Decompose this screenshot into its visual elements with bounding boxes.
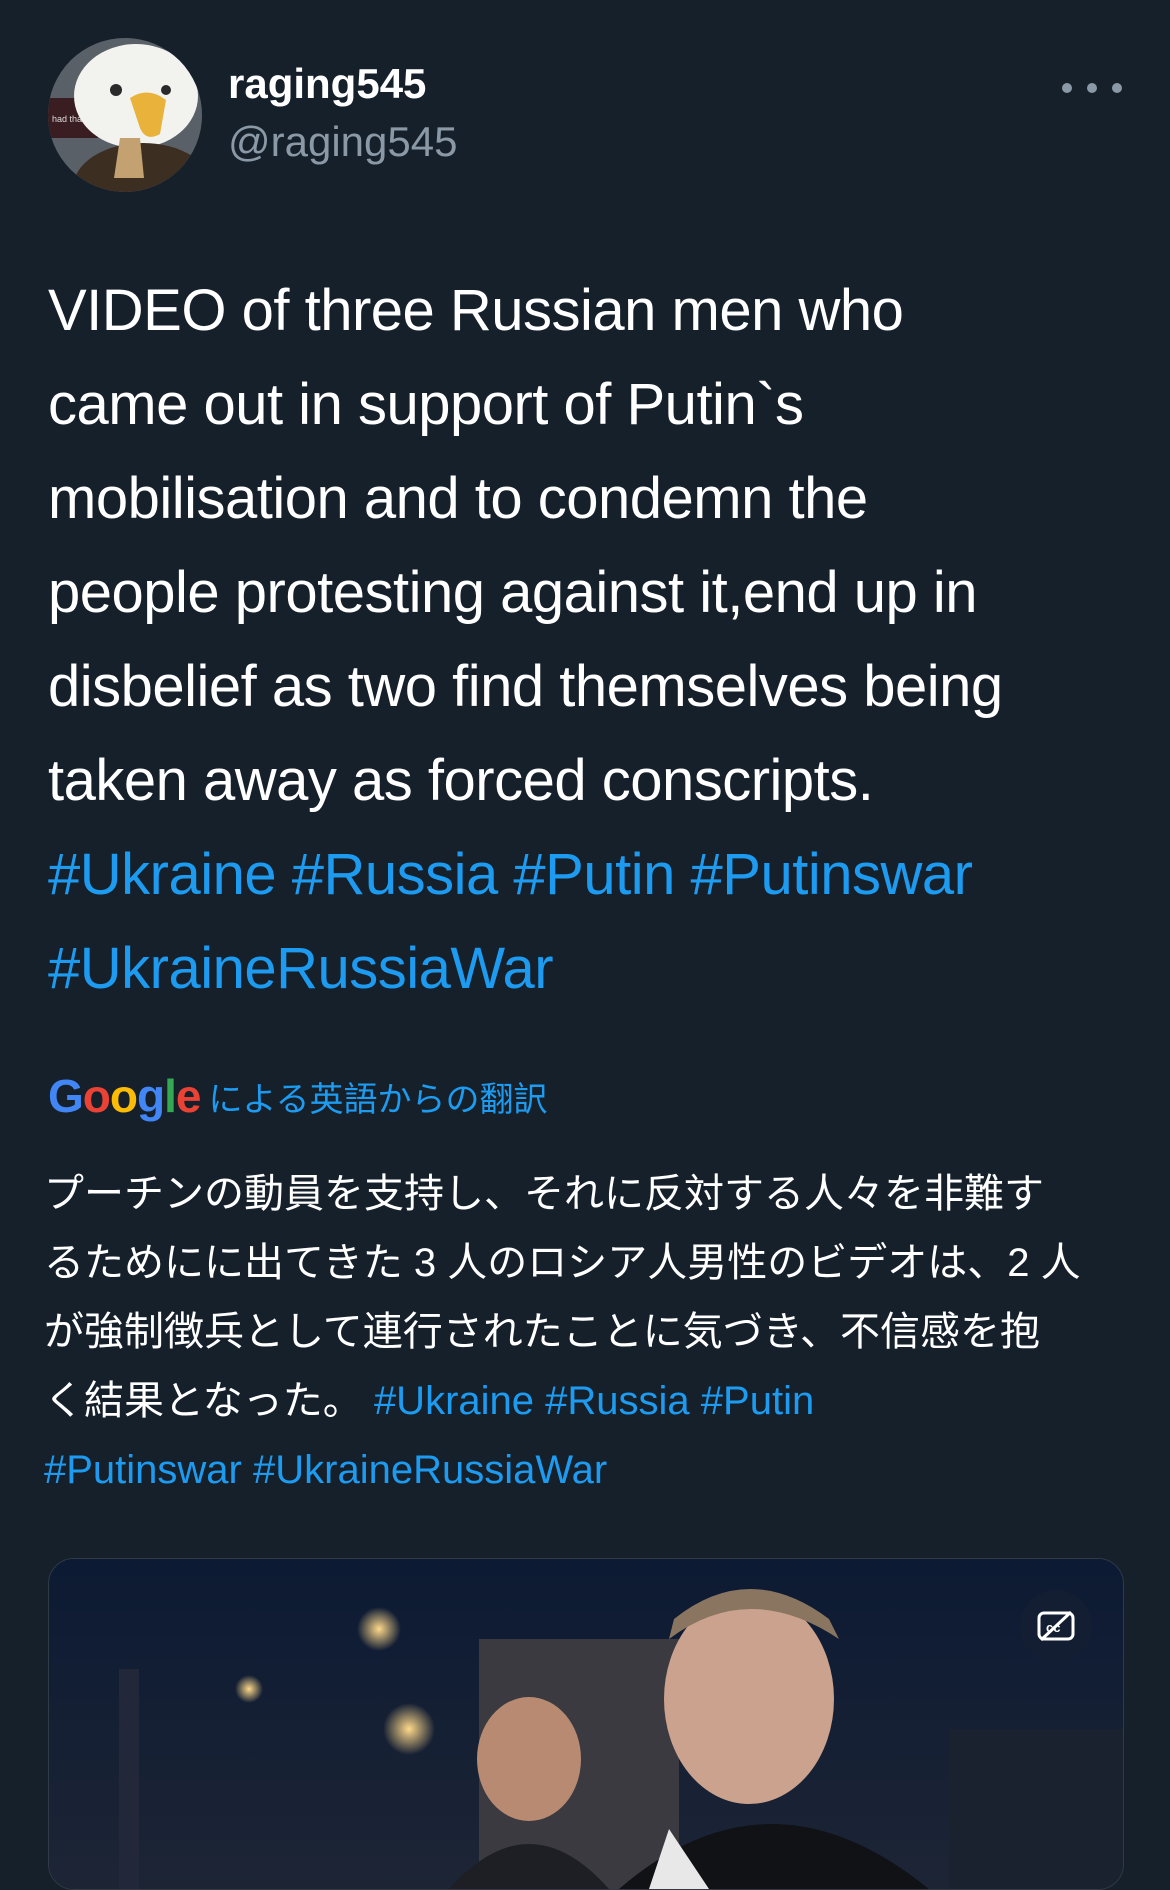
video-thumbnail [49,1559,1123,1889]
user-handle[interactable]: @raging545 [228,118,457,166]
translated-line-with-hashtags: く結果となった。 #Ukraine #Russia #Putin [44,1367,1134,1436]
hashtag-link[interactable]: #UkraineRussiaWar [48,936,554,1001]
video-player[interactable] [48,1558,1124,1890]
hashtag-line: #Putinswar #UkraineRussiaWar [44,1436,1134,1505]
hashtag-link[interactable]: #Putinswar [44,1448,242,1492]
hashtag-link[interactable]: #Putin [701,1379,814,1423]
tweet-line: taken away as forced conscripts. [48,748,874,813]
translated-text: プーチンの動員を支持し、それに反対する人々を非難す るためにに出てきた 3 人の… [44,1160,1134,1505]
more-options-button[interactable] [1062,70,1122,106]
avatar[interactable]: had that [48,38,202,192]
closed-captions-off-icon: cc [1037,1610,1075,1642]
tweet-line: people protesting against it,end up in [48,560,978,625]
translation-label[interactable]: による英語からの翻訳 [208,1072,547,1121]
translated-line: プーチンの動員を支持し、それに反対する人々を非難す [44,1172,1044,1216]
more-horizontal-icon [1062,83,1072,93]
hashtag-link[interactable]: #Russia [545,1379,690,1423]
tweet-line: mobilisation and to condemn the [48,466,868,531]
captions-toggle-button[interactable]: cc [1020,1590,1092,1662]
more-horizontal-icon [1112,83,1122,93]
hashtag-line: #Ukraine #Russia #Putin #Putinswar [48,828,1138,922]
hashtag-link[interactable]: #Ukraine [374,1379,534,1423]
hashtag-line: #UkraineRussiaWar [48,922,1138,1016]
google-logo: Google [48,1070,201,1122]
tweet-line: VIDEO of three Russian men who [48,278,904,343]
translation-header[interactable]: Google による英語からの翻訳 [48,1068,547,1124]
hashtag-link[interactable]: #Putinswar [691,842,973,907]
hashtag-link[interactable]: #Putin [513,842,675,907]
display-name[interactable]: raging545 [228,60,426,108]
translated-line: が強制徴兵として連行されたことに気づき、不信感を抱 [44,1310,1040,1354]
hashtag-link[interactable]: #UkraineRussiaWar [253,1448,607,1492]
translated-line: るためにに出てきた 3 人のロシア人男性のビデオは、2 人 [44,1241,1081,1285]
hashtag-link[interactable]: #Russia [292,842,499,907]
tweet-line: disbelief as two find themselves being [48,654,1003,719]
hashtag-link[interactable]: #Ukraine [48,842,277,907]
eagle-avatar-image: had that [48,38,202,192]
tweet-line: came out in support of Putin`s [48,372,804,437]
tweet-text: VIDEO of three Russian men who came out … [48,264,1138,1016]
translated-line: く結果となった。 [44,1379,363,1423]
more-horizontal-icon [1087,83,1097,93]
